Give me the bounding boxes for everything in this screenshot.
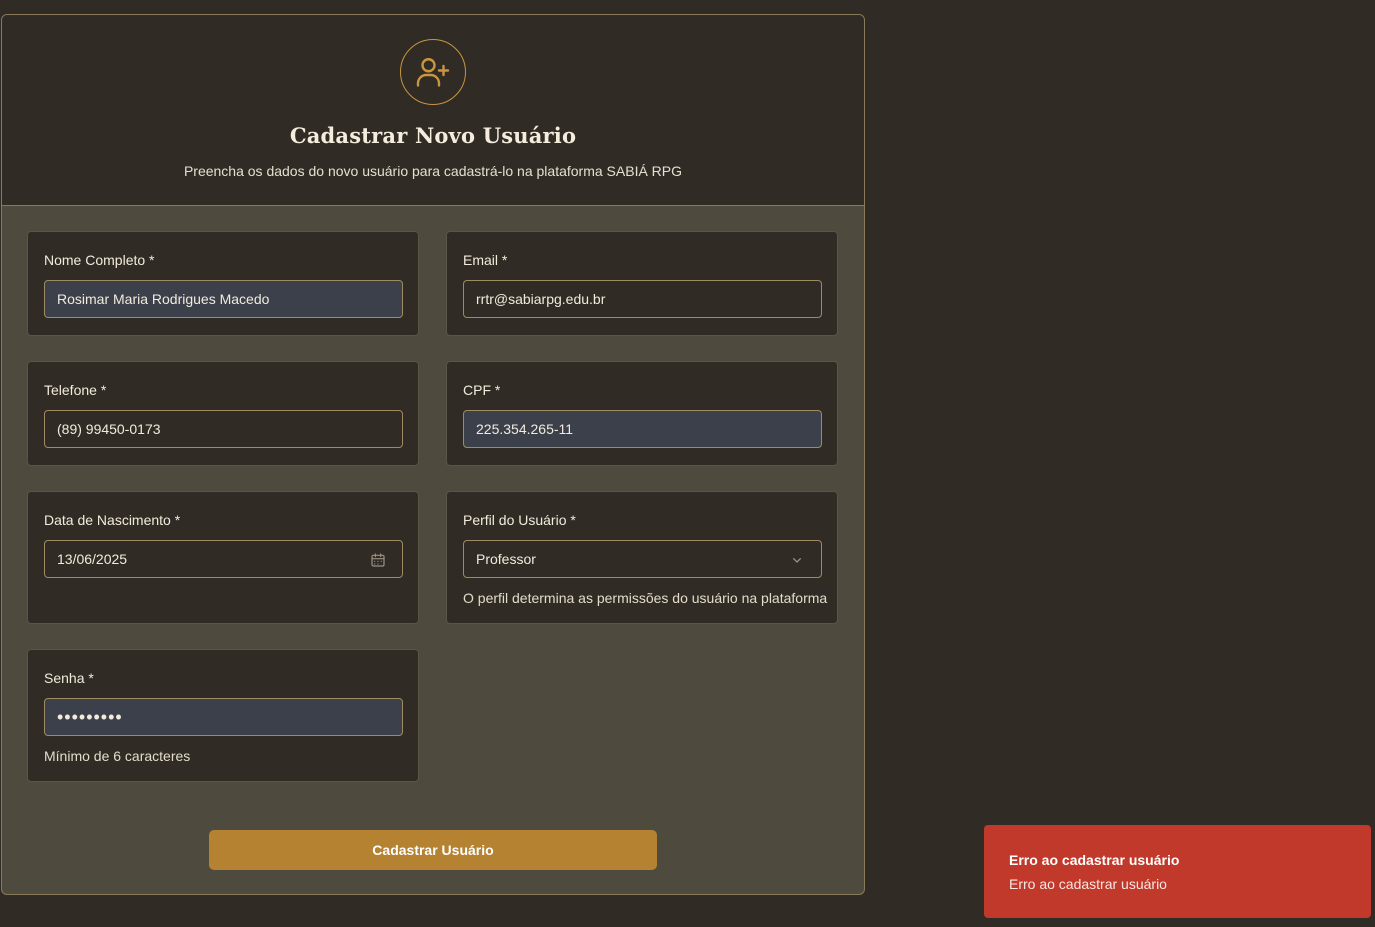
toast-description: Erro ao cadastrar usuário <box>1009 876 1167 892</box>
role-value: Professor <box>476 551 536 567</box>
password-hint: Mínimo de 6 caracteres <box>44 748 191 764</box>
error-toast[interactable]: Erro ao cadastrar usuário Erro ao cadast… <box>984 825 1371 918</box>
role-field-group: Perfil do Usuário * Professor O perfil d… <box>446 491 838 624</box>
full-name-value: Rosimar Maria Rodrigues Macedo <box>57 291 270 307</box>
phone-value: (89) 99450-0173 <box>57 421 161 437</box>
email-value: rrtr@sabiarpg.edu.br <box>476 291 606 307</box>
cpf-field-group: CPF * 225.354.265-11 <box>446 361 838 466</box>
email-input[interactable]: rrtr@sabiarpg.edu.br <box>463 280 822 318</box>
role-label: Perfil do Usuário * <box>463 512 576 528</box>
password-field-group: Senha * ••••••••• Mínimo de 6 caracteres <box>27 649 419 782</box>
user-plus-icon <box>400 39 466 105</box>
chevron-down-icon <box>789 552 805 568</box>
phone-label: Telefone * <box>44 382 107 398</box>
email-label: Email * <box>463 252 508 268</box>
birth-date-field-group: Data de Nascimento * 13/06/2025 <box>27 491 419 624</box>
page-subtitle: Preencha os dados do novo usuário para c… <box>183 163 683 179</box>
cpf-label: CPF * <box>463 382 501 398</box>
phone-input[interactable]: (89) 99450-0173 <box>44 410 403 448</box>
full-name-field-group: Nome Completo * Rosimar Maria Rodrigues … <box>27 231 419 336</box>
card-header: Cadastrar Novo Usuário Preencha os dados… <box>2 15 864 206</box>
register-user-card: Cadastrar Novo Usuário Preencha os dados… <box>1 14 865 895</box>
phone-field-group: Telefone * (89) 99450-0173 <box>27 361 419 466</box>
page-title: Cadastrar Novo Usuário <box>289 123 577 148</box>
calendar-icon[interactable] <box>370 552 386 568</box>
password-input[interactable]: ••••••••• <box>44 698 403 736</box>
cpf-input[interactable]: 225.354.265-11 <box>463 410 822 448</box>
birth-date-input[interactable]: 13/06/2025 <box>44 540 403 578</box>
submit-button[interactable]: Cadastrar Usuário <box>209 830 657 870</box>
full-name-label: Nome Completo * <box>44 252 155 268</box>
email-field-group: Email * rrtr@sabiarpg.edu.br <box>446 231 838 336</box>
password-value: ••••••••• <box>57 707 123 727</box>
role-select[interactable]: Professor <box>463 540 822 578</box>
password-label: Senha * <box>44 670 94 686</box>
toast-title: Erro ao cadastrar usuário <box>1009 852 1180 868</box>
full-name-input[interactable]: Rosimar Maria Rodrigues Macedo <box>44 280 403 318</box>
birth-date-label: Data de Nascimento * <box>44 512 181 528</box>
cpf-value: 225.354.265-11 <box>476 421 574 437</box>
role-hint: O perfil determina as permissões do usuá… <box>463 590 828 606</box>
birth-date-value: 13/06/2025 <box>57 551 128 567</box>
